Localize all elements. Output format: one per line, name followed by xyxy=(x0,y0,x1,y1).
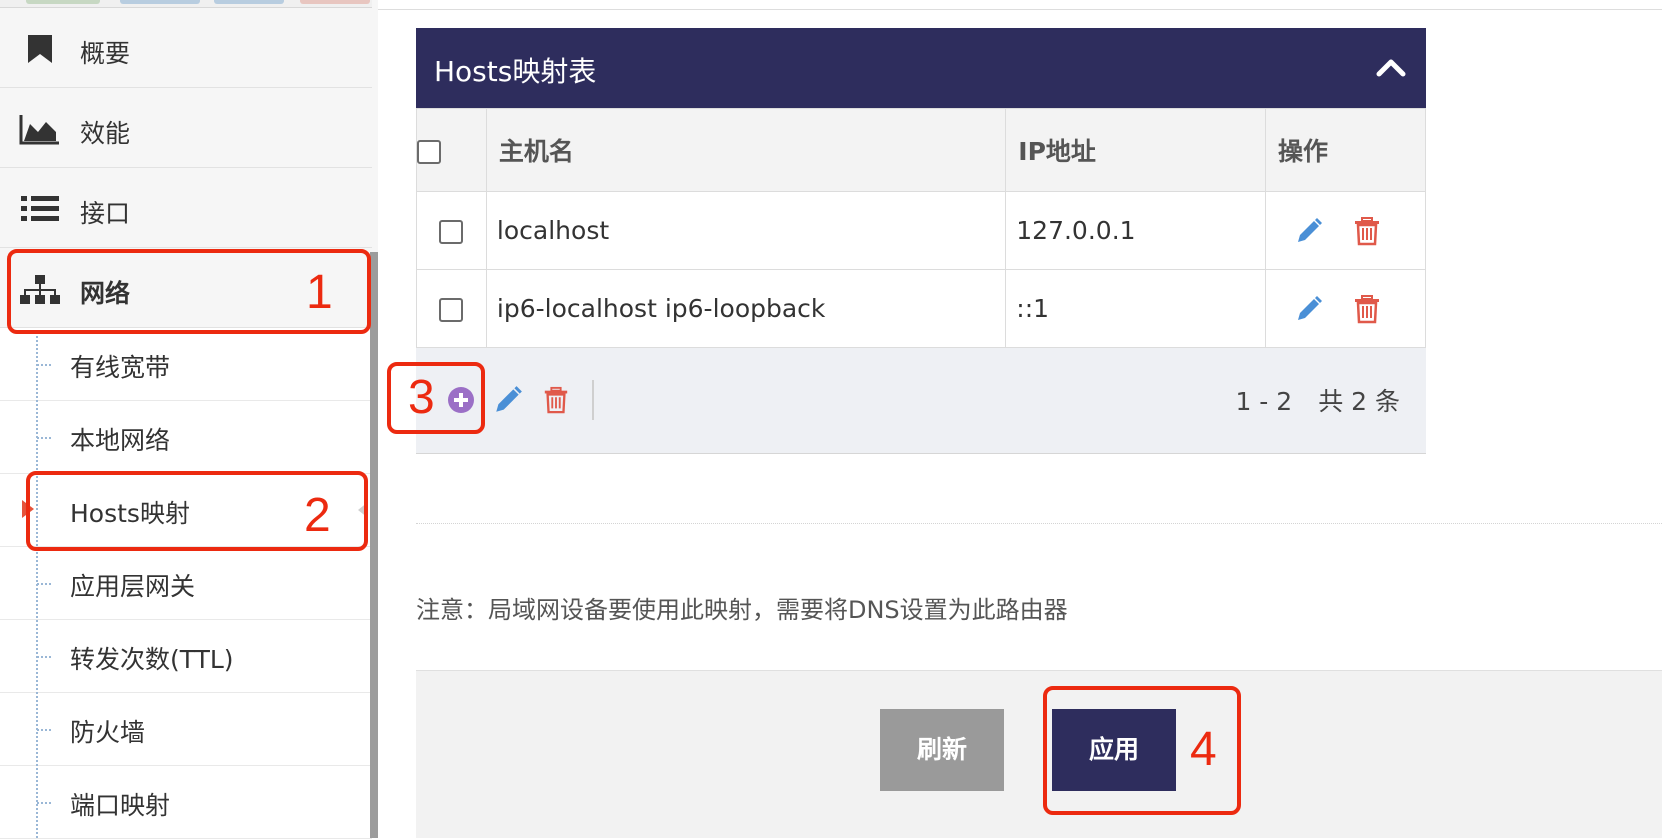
dns-note: 注意：局域网设备要使用此映射，需要将DNS设置为此路由器 xyxy=(416,596,1068,624)
sidebar-subitem-label: 本地网络 xyxy=(70,426,171,455)
ip-cell: 127.0.0.1 xyxy=(1005,191,1267,270)
table-toolbar: 1 - 2 共 2 条 xyxy=(416,348,1426,454)
sidebar-subitem-ttl[interactable]: 转发次数(TTL) xyxy=(0,620,372,693)
table-header-row: 主机名 IP地址 操作 xyxy=(416,108,1426,192)
callout-number-3: 3 xyxy=(408,371,435,424)
footer-bar: 刷新 应用 xyxy=(416,670,1662,838)
table-row[interactable]: localhost 127.0.0.1 xyxy=(416,191,1426,270)
sidebar-item-overview[interactable]: 概要 xyxy=(0,8,372,88)
hosts-table: 主机名 IP地址 操作 localhost 127.0.0.1 ip6-loca… xyxy=(416,108,1426,348)
trash-icon[interactable] xyxy=(1352,216,1382,246)
pagination-range: 1 - 2 xyxy=(1235,387,1293,416)
pencil-icon[interactable] xyxy=(492,384,524,416)
sidebar-item-label: 概要 xyxy=(80,39,131,68)
sidebar-subitem-label: 转发次数(TTL) xyxy=(70,645,234,674)
divider xyxy=(416,523,1662,524)
sidebar-subitem-label: 有线宽带 xyxy=(70,353,171,382)
row-checkbox[interactable] xyxy=(439,220,464,244)
select-all-checkbox[interactable] xyxy=(417,139,441,164)
ip-cell: ::1 xyxy=(1005,269,1267,348)
chevron-up-icon[interactable] xyxy=(1374,52,1408,82)
callout-box-add xyxy=(387,362,485,434)
sidebar-subitem-alg[interactable]: 应用层网关 xyxy=(0,547,372,620)
sidebar-item-interface[interactable]: 接口 xyxy=(0,168,372,248)
hostname-cell: localhost xyxy=(485,191,1007,270)
tree-line xyxy=(36,336,38,838)
sidebar-subitem-port-mapping[interactable]: 端口映射 xyxy=(0,766,372,839)
callout-number-1: 1 xyxy=(306,266,333,319)
pagination-total: 共 2 条 xyxy=(1318,387,1400,416)
sidebar-subitem-label: 防火墙 xyxy=(70,718,146,747)
sidebar: 概要 效能 接口 网络 有线宽带 本地网络 Hosts映射 应用层网关 转发次数… xyxy=(0,0,378,839)
trash-icon[interactable] xyxy=(542,384,570,416)
callout-number-2: 2 xyxy=(304,489,331,542)
column-header-ip[interactable]: IP地址 xyxy=(1005,108,1267,192)
trash-icon[interactable] xyxy=(1352,294,1382,324)
refresh-button[interactable]: 刷新 xyxy=(880,709,1004,791)
sidebar-item-label: 效能 xyxy=(80,119,131,148)
column-header-hostname[interactable]: 主机名 xyxy=(485,108,1007,192)
select-all-cell xyxy=(416,108,487,192)
pagination-info: 1 - 2 共 2 条 xyxy=(1235,382,1400,418)
main-top-border xyxy=(378,0,1662,10)
area-chart-icon xyxy=(19,115,59,145)
sidebar-subitem-firewall[interactable]: 防火墙 xyxy=(0,693,372,766)
pencil-icon[interactable] xyxy=(1294,294,1324,324)
sidebar-subitem-wired-broadband[interactable]: 有线宽带 xyxy=(0,328,372,401)
sidebar-subitem-local-network[interactable]: 本地网络 xyxy=(0,401,372,474)
panel-title: Hosts映射表 xyxy=(434,55,597,88)
sidebar-subitem-label: 应用层网关 xyxy=(70,572,196,601)
pencil-icon[interactable] xyxy=(1294,216,1324,246)
toolbar-separator xyxy=(592,380,594,420)
callout-number-4: 4 xyxy=(1190,723,1217,776)
bookmark-icon xyxy=(28,35,52,63)
hostname-cell: ip6-localhost ip6-loopback xyxy=(485,269,1007,348)
sidebar-scrollbar[interactable] xyxy=(370,252,378,838)
sidebar-item-label: 接口 xyxy=(80,199,131,228)
list-icon xyxy=(21,196,59,221)
table-row[interactable]: ip6-localhost ip6-loopback ::1 xyxy=(416,269,1426,348)
row-checkbox[interactable] xyxy=(439,298,464,322)
hosts-panel: Hosts映射表 主机名 IP地址 操作 localhost 127.0.0.1 xyxy=(416,28,1426,454)
sidebar-item-performance[interactable]: 效能 xyxy=(0,88,372,168)
column-header-actions: 操作 xyxy=(1265,108,1426,192)
sidebar-subitem-label: 端口映射 xyxy=(70,791,171,820)
sidebar-top-strip xyxy=(0,0,372,8)
panel-header: Hosts映射表 xyxy=(416,28,1426,108)
